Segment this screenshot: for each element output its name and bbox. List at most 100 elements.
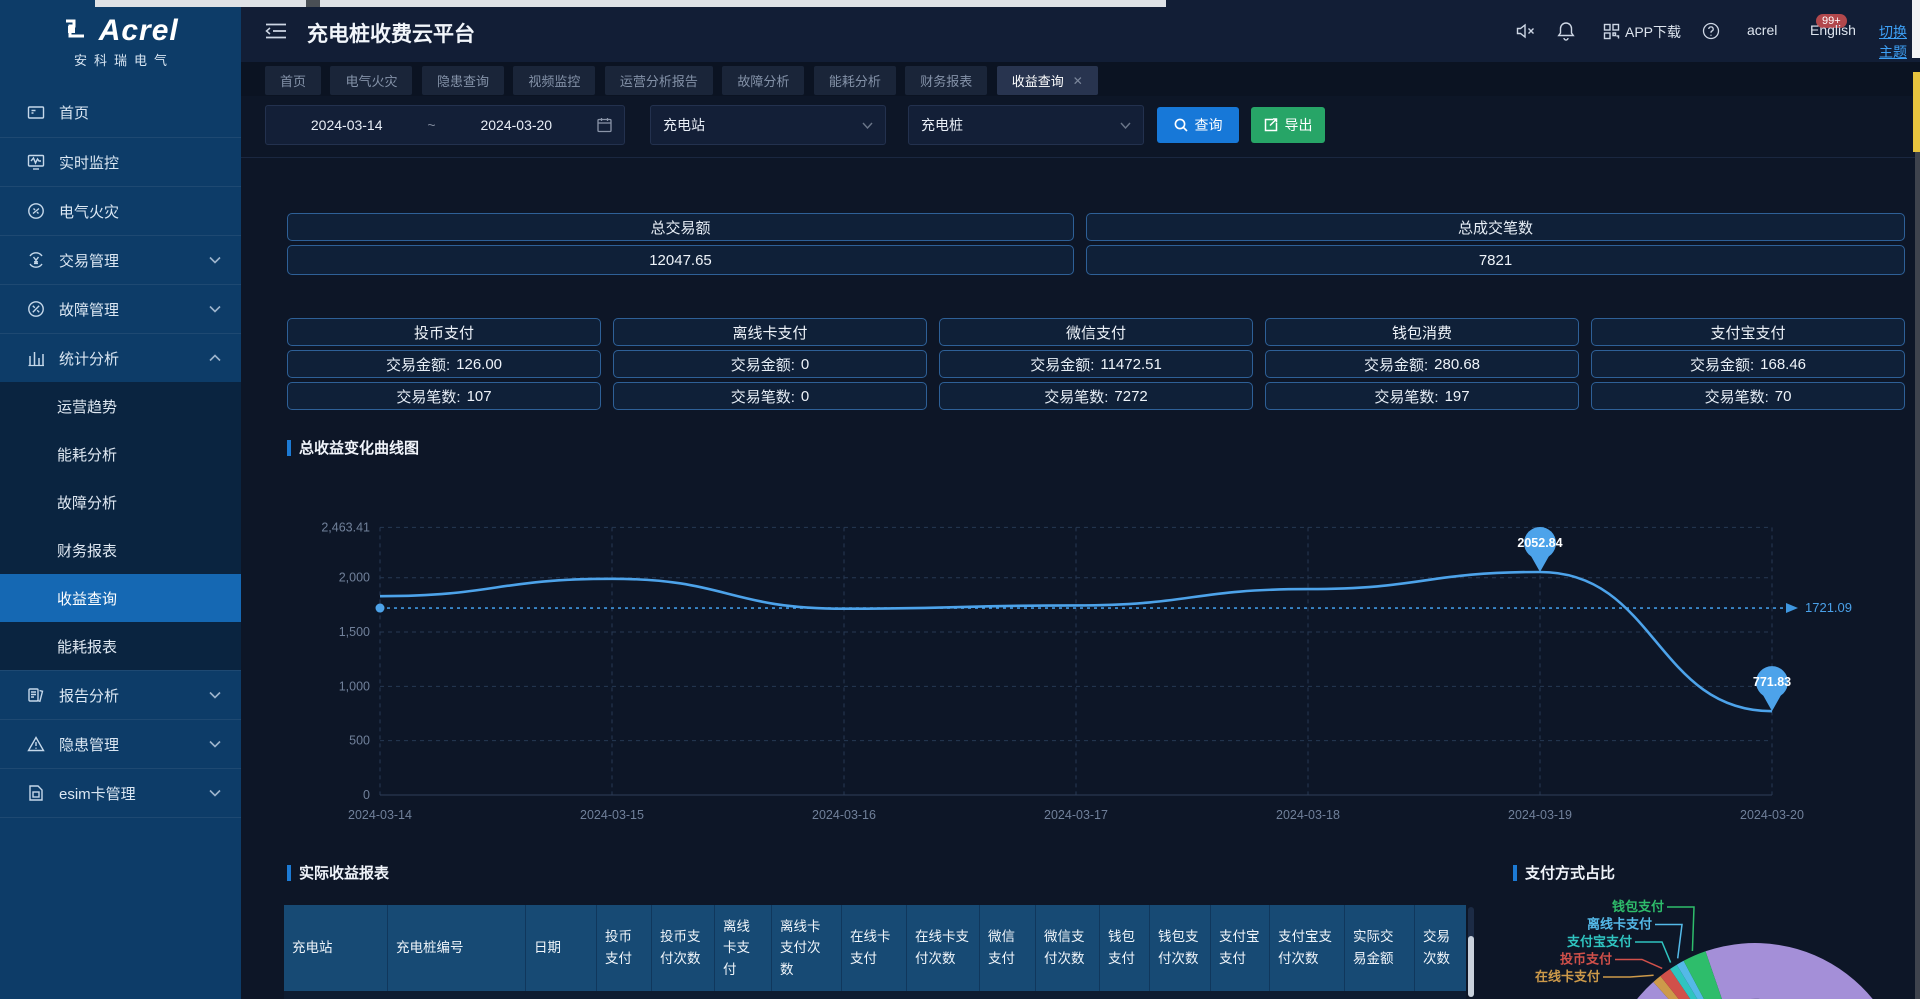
page-title: 充电桩收费云平台 [307, 18, 475, 48]
charging-billing-platform: Acrel 安科瑞电气 首页 实时监控 电气火灾 交易管理 故障管理 [0, 0, 1920, 999]
svg-text:投币支付: 投币支付 [1560, 952, 1612, 967]
section-title-revenue-report: 实际收益报表 [287, 862, 389, 883]
app-download-label[interactable]: APP下载 [1625, 22, 1681, 42]
section-title-bar [1513, 865, 1517, 881]
notification-bell-icon[interactable] [1557, 21, 1575, 41]
station-select[interactable]: 充电站 [650, 105, 886, 145]
sidebar-item-fault[interactable]: 故障管理 [0, 284, 241, 333]
sidebar-subitem-energy-analysis[interactable]: 能耗分析 [0, 430, 241, 478]
svg-text:771.83: 771.83 [1753, 675, 1791, 689]
sidebar-subitem-finance-report[interactable]: 财务报表 [0, 526, 241, 574]
sidebar-divider [0, 817, 241, 818]
tab-revenue-query[interactable]: 收益查询✕ [997, 66, 1098, 95]
tab-finance-report[interactable]: 财务报表 [905, 66, 987, 95]
sidebar-item-label: 实时监控 [59, 152, 119, 173]
payment-card-amount: 交易金额:0 [613, 350, 927, 378]
chevron-down-icon [209, 691, 221, 699]
page-scrollbar-track[interactable] [1915, 150, 1920, 999]
sidebar-item-label: 故障管理 [59, 299, 119, 320]
sidebar-item-statistics[interactable]: 统计分析 [0, 333, 241, 382]
payment-card-count: 交易笔数:7272 [939, 382, 1253, 410]
app-download-icon[interactable] [1603, 23, 1620, 40]
column-header: 离线卡支付次数 [772, 905, 842, 991]
svg-text:支付宝支付: 支付宝支付 [1566, 934, 1632, 949]
filter-divider [241, 157, 1920, 158]
table-scrollbar-thumb[interactable] [1468, 936, 1474, 997]
sidebar-item-esim-card[interactable]: esim卡管理 [0, 768, 241, 817]
sidebar-subitem-operation-trend[interactable]: 运营趋势 [0, 382, 241, 430]
sidebar-item-label: 电气火灾 [59, 201, 119, 222]
chevron-down-icon [209, 740, 221, 748]
svg-text:2024-03-19: 2024-03-19 [1508, 808, 1572, 822]
payment-card: 钱包消费交易金额:280.68交易笔数:197 [1265, 318, 1579, 410]
collapse-menu-icon[interactable] [265, 21, 287, 41]
svg-text:在线卡支付: 在线卡支付 [1535, 969, 1600, 984]
column-header: 充电站 [284, 905, 388, 991]
tab-hazard-query[interactable]: 隐患查询 [422, 66, 504, 95]
sidebar-item-hazard[interactable]: 隐患管理 [0, 719, 241, 768]
column-header: 交易次数 [1415, 905, 1465, 991]
payment-card-count: 交易笔数:197 [1265, 382, 1579, 410]
column-header: 实际交易金额 [1345, 905, 1415, 991]
svg-text:2024-03-18: 2024-03-18 [1276, 808, 1340, 822]
tab-electric-fire[interactable]: 电气火灾 [330, 66, 412, 95]
calendar-icon [597, 117, 612, 133]
column-header: 微信支付 [980, 905, 1036, 991]
acrel-logo-icon [62, 18, 88, 44]
payment-card-amount: 交易金额:168.46 [1591, 350, 1905, 378]
section-title-payment-share: 支付方式占比 [1513, 862, 1615, 883]
payment-card-count: 交易笔数:107 [287, 382, 601, 410]
page-scrollbar-thumb[interactable] [1913, 72, 1920, 152]
tab-operation-report[interactable]: 运营分析报告 [605, 66, 713, 95]
section-title-bar [287, 440, 291, 456]
pile-select[interactable]: 充电桩 [908, 105, 1144, 145]
realtime-monitor-icon [27, 153, 47, 171]
sidebar-subitem-fault-analysis[interactable]: 故障分析 [0, 478, 241, 526]
sidebar-item-label: 首页 [59, 102, 89, 123]
svg-text:2024-03-15: 2024-03-15 [580, 808, 644, 822]
column-header: 日期 [526, 905, 597, 991]
help-icon[interactable] [1702, 22, 1720, 40]
payment-card: 投币支付交易金额:126.00交易笔数:107 [287, 318, 601, 410]
tab-video-monitor[interactable]: 视频监控 [513, 66, 595, 95]
tab-fault-analysis[interactable]: 故障分析 [722, 66, 804, 95]
column-header: 在线卡支付 [842, 905, 907, 991]
svg-text:500: 500 [349, 734, 370, 748]
close-tab-icon[interactable]: ✕ [1073, 74, 1083, 88]
export-button[interactable]: 导出 [1251, 107, 1325, 143]
payment-card: 离线卡支付交易金额:0交易笔数:0 [613, 318, 927, 410]
hazard-icon [27, 735, 47, 753]
transaction-icon [27, 251, 47, 269]
summary-card-total-amount: 总交易额 12047.65 [287, 213, 1074, 275]
sidebar-subitem-energy-report[interactable]: 能耗报表 [0, 622, 241, 670]
mute-icon[interactable] [1516, 23, 1536, 39]
column-header: 在线卡支付次数 [907, 905, 980, 991]
language-switch[interactable]: English [1810, 22, 1856, 38]
tab-home[interactable]: 首页 [265, 66, 321, 95]
column-header: 支付宝支付次数 [1270, 905, 1345, 991]
sidebar-subitem-revenue-query[interactable]: 收益查询 [0, 574, 241, 622]
svg-text:2,000: 2,000 [339, 571, 370, 585]
column-header: 钱包支付 [1100, 905, 1150, 991]
sidebar-item-label: 交易管理 [59, 250, 119, 271]
fault-icon [27, 300, 47, 318]
svg-text:2024-03-20: 2024-03-20 [1740, 808, 1804, 822]
payment-card-title: 钱包消费 [1265, 318, 1579, 346]
sidebar-item-electric-fire[interactable]: 电气火灾 [0, 186, 241, 235]
date-start[interactable]: 2024-03-14 [266, 117, 427, 133]
tab-energy-analysis[interactable]: 能耗分析 [814, 66, 896, 95]
chevron-down-icon [209, 256, 221, 264]
summary-card-total-count: 总成交笔数 7821 [1086, 213, 1905, 275]
date-end[interactable]: 2024-03-20 [436, 117, 597, 133]
sidebar-item-report-analysis[interactable]: 报告分析 [0, 670, 241, 719]
sidebar-item-realtime-monitor[interactable]: 实时监控 [0, 137, 241, 186]
payment-card: 支付宝支付交易金额:168.46交易笔数:70 [1591, 318, 1905, 410]
chevron-down-icon [209, 789, 221, 797]
payment-card: 微信支付交易金额:11472.51交易笔数:7272 [939, 318, 1253, 410]
date-range-picker[interactable]: 2024-03-14 ~ 2024-03-20 [265, 105, 625, 145]
query-button[interactable]: 查询 [1157, 107, 1239, 143]
username[interactable]: acrel [1747, 22, 1777, 38]
sidebar-item-transaction[interactable]: 交易管理 [0, 235, 241, 284]
svg-text:离线卡支付: 离线卡支付 [1587, 917, 1652, 932]
sidebar-item-home[interactable]: 首页 [0, 88, 241, 137]
